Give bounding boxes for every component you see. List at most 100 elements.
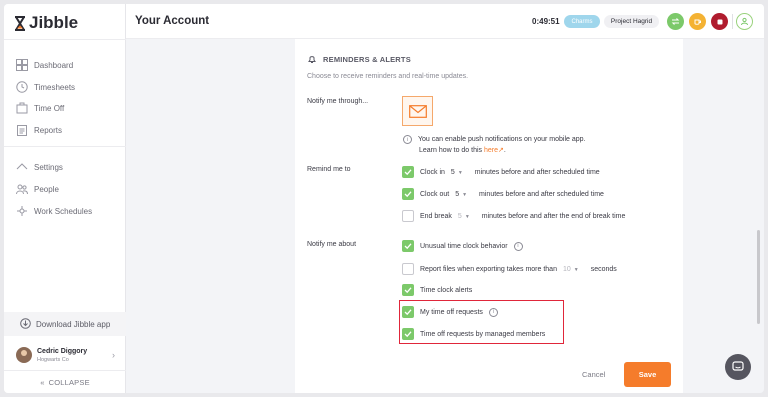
punctuation: .	[503, 147, 506, 154]
envelope-icon	[408, 104, 427, 118]
push-info-text: You can enable push notifications on you…	[418, 136, 586, 143]
report-files-row: Report files when exporting takes more t…	[402, 263, 617, 275]
profile-button[interactable]	[736, 13, 753, 30]
sidebar-item-time-off[interactable]: Time Off	[16, 102, 64, 114]
sidebar-item-label: Settings	[34, 162, 63, 172]
double-chevron-left-icon: «	[40, 377, 45, 387]
time-clock-alerts-checkbox[interactable]	[402, 284, 414, 296]
sidebar-item-settings[interactable]: Settings	[16, 161, 63, 173]
remind-label: Remind me to	[307, 166, 351, 173]
scrollbar[interactable]	[757, 230, 760, 324]
notify-through-label: Notify me through...	[307, 98, 369, 105]
notify-about-label: Notify me about	[307, 241, 357, 248]
sidebar-item-label: Work Schedules	[34, 206, 93, 216]
user-name: Cedric Diggory	[37, 347, 88, 355]
collapse-button[interactable]: « COLLAPSE	[4, 370, 126, 393]
time-clock-alerts-label: Time clock alerts	[420, 286, 473, 294]
project-badge[interactable]: Project Hagrid	[604, 15, 659, 28]
section-title: REMINDERS & ALERTS	[323, 54, 411, 64]
end-break-row: End break 5 ▼ minutes before and after th…	[402, 210, 625, 222]
cancel-button[interactable]: Cancel	[582, 370, 605, 379]
check-icon	[404, 191, 412, 198]
push-help-link[interactable]: here↗	[484, 147, 504, 154]
time-clock-alerts-row: Time clock alerts	[402, 284, 472, 296]
check-icon	[404, 243, 412, 250]
chevron-right-icon: ›	[112, 350, 115, 360]
coffee-icon	[694, 19, 701, 25]
switch-activity-button[interactable]	[667, 13, 684, 30]
logo[interactable]: Jibble	[14, 13, 78, 33]
info-icon: i	[403, 135, 412, 144]
top-header: Your Account 0:49:51 Charms Project Hagr…	[126, 4, 764, 39]
sidebar-item-dashboard[interactable]: Dashboard	[16, 59, 73, 71]
unusual-behavior-label: Unusual time clock behavior	[420, 242, 508, 250]
break-button[interactable]	[689, 13, 706, 30]
section-subtitle: Choose to receive reminders and real-tim…	[307, 73, 469, 80]
select-value: 5	[450, 168, 455, 176]
activity-badge[interactable]: Charms	[564, 15, 600, 28]
divider	[4, 39, 126, 40]
stop-button[interactable]	[711, 13, 728, 30]
divider	[4, 146, 126, 147]
user-menu[interactable]: Cedric Diggory Hogwarts Co ›	[4, 340, 126, 370]
sidebar-item-label: Time Off	[34, 103, 65, 113]
caret-down-icon: ▼	[573, 266, 579, 273]
page-title: Your Account	[135, 15, 210, 27]
link-text: here	[484, 147, 499, 154]
user-org: Hogwarts Co	[37, 356, 69, 363]
end-break-checkbox[interactable]	[402, 210, 414, 222]
clock-in-suffix: minutes before and after scheduled time	[474, 168, 600, 176]
avatar	[16, 347, 32, 363]
app-window: Jibble Dashboard Timesheets Time Off Rep…	[4, 4, 764, 393]
people-icon	[16, 183, 28, 195]
end-break-label: End break	[420, 212, 452, 220]
sidebar-item-label: Timesheets	[34, 82, 76, 92]
settings-card: REMINDERS & ALERTS Choose to receive rem…	[295, 39, 683, 393]
push-info: i You can enable push notifications on y…	[403, 135, 585, 144]
end-break-minutes-select[interactable]: 5 ▼	[458, 213, 476, 220]
check-icon	[404, 169, 412, 176]
save-button[interactable]: Save	[624, 362, 671, 387]
timer-display: 0:49:51	[532, 17, 560, 26]
email-channel-toggle[interactable]	[402, 96, 433, 126]
download-label: Download Jibble app	[36, 319, 111, 329]
suitcase-icon	[16, 102, 28, 114]
sidebar-item-work-schedules[interactable]: Work Schedules	[16, 205, 92, 217]
info-icon[interactable]: i	[513, 241, 523, 251]
user-icon	[741, 17, 748, 26]
clock-in-row: Clock in 5 ▼ minutes before and after sch…	[402, 166, 600, 178]
bell-icon	[308, 56, 316, 63]
clock-in-minutes-select[interactable]: 5 ▼	[451, 169, 469, 176]
report-files-suffix: seconds	[590, 265, 617, 273]
clock-in-checkbox[interactable]	[402, 166, 414, 178]
sidebar-item-reports[interactable]: Reports	[16, 124, 62, 136]
download-app-button[interactable]: Download Jibble app	[4, 312, 126, 336]
chevron-up-icon	[16, 161, 28, 173]
sidebar-item-people[interactable]: People	[16, 183, 59, 195]
caret-down-icon: ▼	[457, 169, 463, 176]
chat-button[interactable]	[725, 354, 751, 380]
unusual-behavior-checkbox[interactable]	[402, 240, 414, 252]
switch-icon	[671, 18, 680, 25]
report-files-checkbox[interactable]	[402, 263, 414, 275]
clock-icon	[16, 81, 28, 93]
stop-icon	[717, 19, 722, 24]
caret-down-icon: ▼	[464, 213, 470, 220]
section-header: REMINDERS & ALERTS	[307, 54, 411, 64]
clock-out-checkbox[interactable]	[402, 188, 414, 200]
clock-in-label: Clock in	[420, 168, 445, 176]
sidebar-item-label: Dashboard	[34, 60, 74, 70]
clock-out-row: Clock out 5 ▼ minutes before and after sc…	[402, 188, 604, 200]
download-icon	[20, 317, 31, 331]
clock-out-label: Clock out	[420, 190, 450, 198]
end-break-suffix: minutes before and after the end of brea…	[481, 212, 626, 220]
unusual-behavior-row: Unusual time clock behavior i	[402, 240, 523, 252]
report-files-seconds-select[interactable]: 10 ▼	[563, 266, 585, 273]
sidebar-item-timesheets[interactable]: Timesheets	[16, 81, 75, 93]
clock-out-minutes-select[interactable]: 5 ▼	[455, 191, 473, 198]
sidebar-item-label: People	[34, 184, 59, 194]
dashboard-icon	[16, 59, 28, 71]
collapse-label: COLLAPSE	[48, 377, 90, 387]
push-info-line2: Learn how to do this here↗.	[419, 146, 506, 154]
sidebar-item-label: Reports	[34, 125, 63, 135]
